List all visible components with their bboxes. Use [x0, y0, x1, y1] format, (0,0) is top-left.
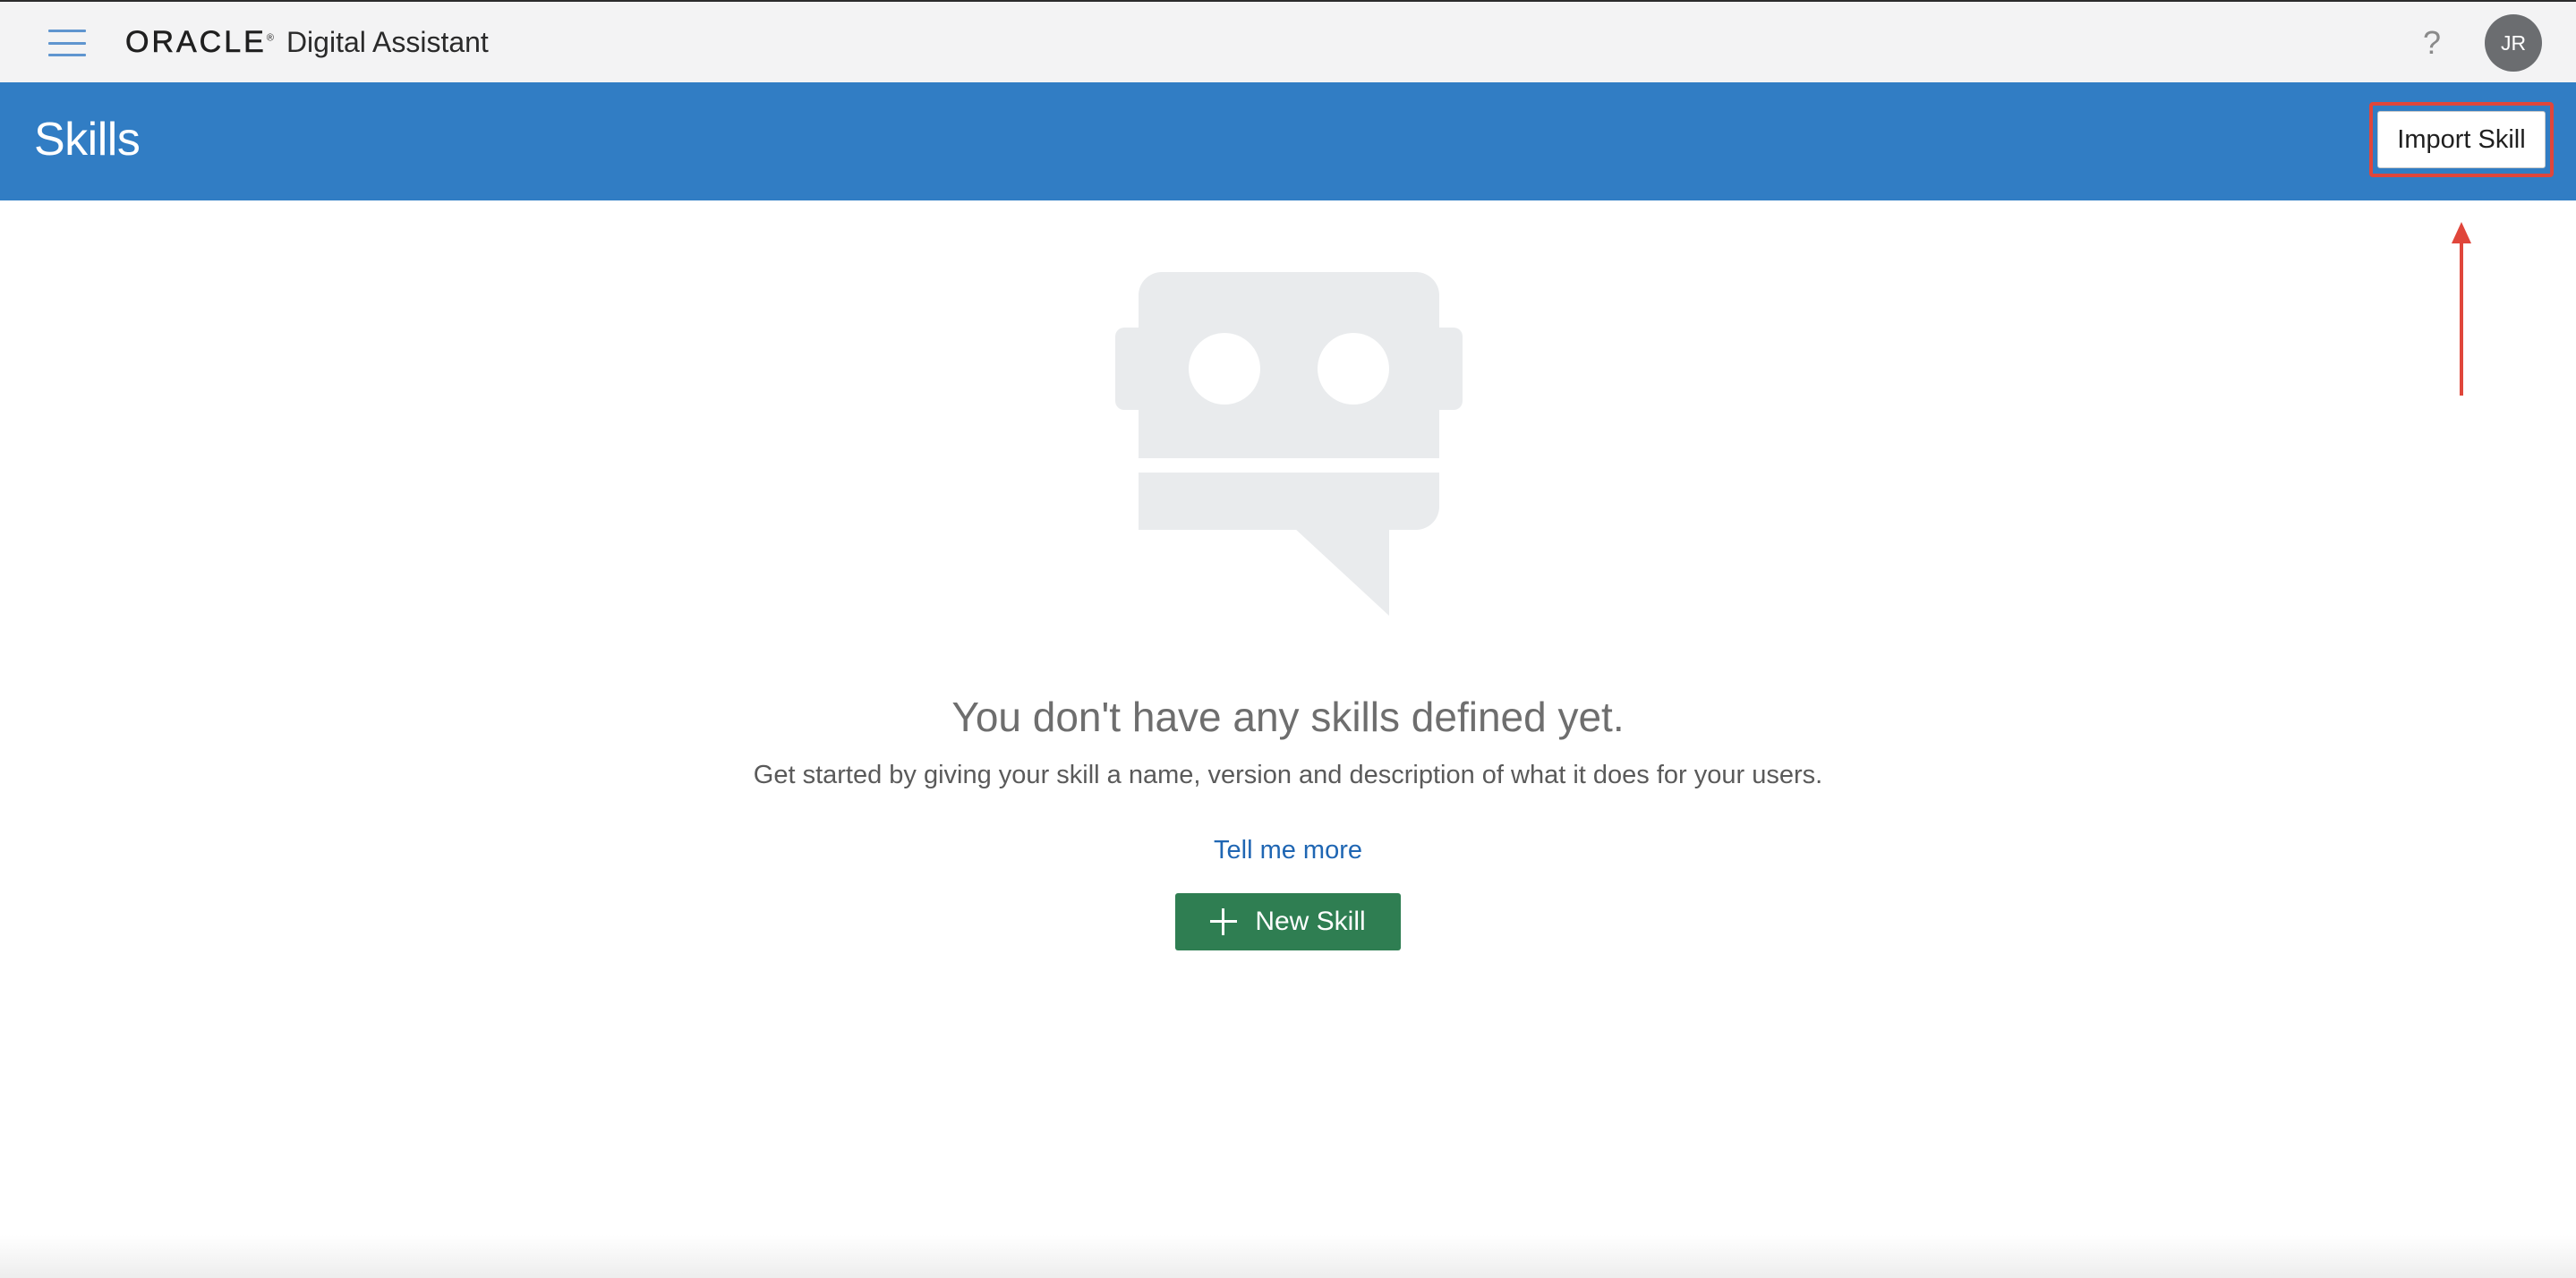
- import-skill-button[interactable]: Import Skill: [2377, 111, 2546, 168]
- new-skill-button-label: New Skill: [1255, 907, 1366, 936]
- product-name: Digital Assistant: [286, 26, 489, 58]
- annotation-arrow-up-icon: [2452, 222, 2471, 396]
- new-skill-button[interactable]: New Skill: [1175, 893, 1401, 950]
- brand: ORACLE® Digital Assistant: [125, 25, 489, 60]
- hamburger-menu-icon[interactable]: [48, 30, 86, 56]
- oracle-logo: ORACLE®: [125, 25, 274, 60]
- page-title: Skills: [34, 114, 141, 166]
- app-top-bar: ORACLE® Digital Assistant ? JR: [0, 0, 2576, 82]
- page-header: Skills: [0, 82, 2576, 200]
- hamburger-line: [48, 54, 86, 56]
- help-question-icon[interactable]: ?: [2417, 21, 2447, 64]
- chat-bot-icon: [1115, 272, 1463, 616]
- bottom-shadow: [0, 1235, 2576, 1278]
- hamburger-line: [48, 41, 86, 45]
- empty-state-description: Get started by giving your skill a name,…: [753, 761, 1823, 789]
- plus-icon: [1210, 908, 1238, 935]
- hamburger-line: [48, 30, 86, 32]
- empty-state-title: You don't have any skills defined yet.: [951, 694, 1625, 740]
- tell-me-more-link-label[interactable]: Tell me more: [1214, 836, 1362, 865]
- user-avatar[interactable]: JR: [2485, 14, 2542, 72]
- tell-me-more-link: Tell me more: [0, 836, 2576, 865]
